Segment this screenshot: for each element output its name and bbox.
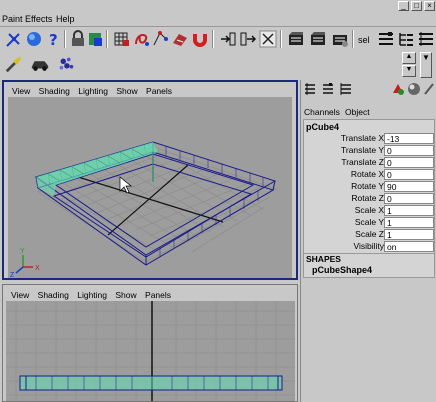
maximize-button[interactable]: □ [411, 1, 422, 11]
object-name: pCube4 [306, 122, 340, 132]
menu-paint-effects[interactable]: Paint Effects [2, 14, 52, 24]
attr-value-scale-x[interactable]: 1 [384, 205, 434, 216]
panel-menu-bar-bottom: View Shading Lighting Show Panels [11, 290, 177, 300]
attr-label-translate-x: Translate X [340, 133, 384, 143]
input-icon[interactable] [218, 29, 238, 49]
cube-wireframe [34, 141, 277, 266]
attr-label-rotate-x: Rotate X [350, 169, 384, 179]
channel-box-toggle-icon[interactable] [416, 29, 436, 49]
particles-icon[interactable] [56, 54, 78, 76]
panel-menu-view[interactable]: View [12, 86, 30, 96]
construction-history-icon[interactable] [258, 29, 278, 49]
outliner-icon[interactable] [396, 29, 416, 49]
shelf [0, 50, 400, 78]
tab-channels[interactable]: Channels [304, 107, 340, 117]
close-button[interactable]: × [424, 1, 435, 11]
axis-label-x: X [35, 265, 40, 272]
panel-menu-show[interactable]: Show [116, 86, 137, 96]
attr-label-translate-z: Translate Z [341, 157, 384, 167]
select-tool-icon[interactable] [4, 29, 24, 49]
channel-box-empty-area [303, 278, 435, 402]
attr-value-rotate-z[interactable]: 0 [384, 193, 434, 204]
ipr-render-icon[interactable] [308, 29, 328, 49]
attr-value-rotate-y[interactable]: 90 [384, 181, 434, 192]
attr-label-scale-z: Scale Z [355, 229, 384, 239]
attr-value-translate-z[interactable]: 0 [384, 157, 434, 168]
minimize-button[interactable]: _ [398, 1, 409, 11]
perspective-scene[interactable]: Y Z X [8, 97, 292, 278]
panel-menu-lighting[interactable]: Lighting [78, 86, 108, 96]
svg-text:?: ? [49, 31, 58, 49]
attribute-editor-icon[interactable] [376, 29, 396, 49]
attr-value-translate-y[interactable]: 0 [384, 145, 434, 156]
shelf-scroll-down-button[interactable]: ▼ [402, 65, 416, 77]
menu-bar: Paint Effects Help _ □ × [0, 0, 436, 26]
panel-menu-shading[interactable]: Shading [39, 86, 70, 96]
selected-edge-highlight [36, 142, 158, 185]
attr-label-scale-x: Scale X [354, 205, 384, 215]
point-snap-icon[interactable] [150, 29, 170, 49]
ground-grid [37, 146, 277, 263]
sel-label[interactable]: sel [358, 35, 370, 45]
attr-value-visibility[interactable]: on [384, 241, 434, 252]
axis-label-y: Y [20, 248, 25, 255]
panel-menu-view-bottom[interactable]: View [11, 290, 29, 300]
front-selected-object [20, 376, 282, 390]
shapes-header: SHAPES [306, 254, 341, 264]
front-panel: View Shading Lighting Show Panels [2, 284, 298, 402]
grid-select-icon[interactable] [112, 29, 132, 49]
globe-icon[interactable] [24, 29, 44, 49]
panel-menu-bar: View Shading Lighting Show Panels [12, 86, 178, 96]
view-axis-indicator [15, 255, 33, 274]
render-settings-icon[interactable] [330, 29, 350, 49]
attribute-list-icon[interactable] [339, 82, 353, 96]
panel-menu-panels[interactable]: Panels [146, 86, 172, 96]
panel-menu-lighting-bottom[interactable]: Lighting [77, 290, 107, 300]
shape-name[interactable]: pCubeShape4 [312, 265, 372, 275]
front-scene[interactable] [6, 301, 295, 401]
panel-menu-shading-bottom[interactable]: Shading [38, 290, 69, 300]
surface-snap-icon[interactable] [170, 29, 190, 49]
shapes-icon[interactable] [391, 82, 405, 96]
perspective-panel: View Shading Lighting Show Panels Y Z X [2, 80, 298, 280]
panel-menu-show-bottom[interactable]: Show [115, 290, 136, 300]
car-icon[interactable] [30, 54, 52, 76]
output-icon[interactable] [238, 29, 258, 49]
curve-snap-icon[interactable] [132, 29, 152, 49]
help-icon[interactable]: ? [44, 29, 64, 49]
snap-icon[interactable] [86, 29, 106, 49]
paint-brush-icon[interactable] [4, 54, 26, 76]
shelf-menu-button[interactable]: ▼ [420, 52, 432, 78]
attr-value-scale-z[interactable]: 1 [384, 229, 434, 240]
attr-label-rotate-z: Rotate Z [351, 193, 384, 203]
render-icon[interactable] [286, 29, 306, 49]
attr-label-rotate-y: Rotate Y [351, 181, 384, 191]
channel-box-icon[interactable] [303, 82, 317, 96]
attr-value-scale-y[interactable]: 1 [384, 217, 434, 228]
menu-help[interactable]: Help [56, 14, 75, 24]
tab-object[interactable]: Object [345, 107, 370, 117]
perspective-viewport[interactable]: Y Z X [8, 97, 292, 278]
shapes-section: SHAPES pCubeShape4 [303, 254, 435, 278]
status-toolbar: ? sel [0, 26, 436, 50]
front-viewport[interactable] [6, 301, 295, 401]
panel-menu-panels-bottom[interactable]: Panels [145, 290, 171, 300]
paint-tool-icon[interactable] [423, 82, 435, 96]
axis-label-z: Z [10, 272, 15, 278]
attr-label-visibility: Visibility [353, 241, 384, 251]
attr-value-rotate-x[interactable]: 0 [384, 169, 434, 180]
attr-value-translate-x[interactable]: -13 [384, 133, 434, 144]
lock-icon[interactable] [68, 29, 88, 49]
layer-editor-icon[interactable] [321, 82, 335, 96]
attr-label-translate-y: Translate Y [341, 145, 384, 155]
shading-ball-icon[interactable] [407, 82, 421, 96]
shelf-scroll-up-button[interactable]: ▲ [402, 52, 416, 64]
attr-label-scale-y: Scale Y [354, 217, 384, 227]
magnet-icon[interactable] [190, 29, 210, 49]
